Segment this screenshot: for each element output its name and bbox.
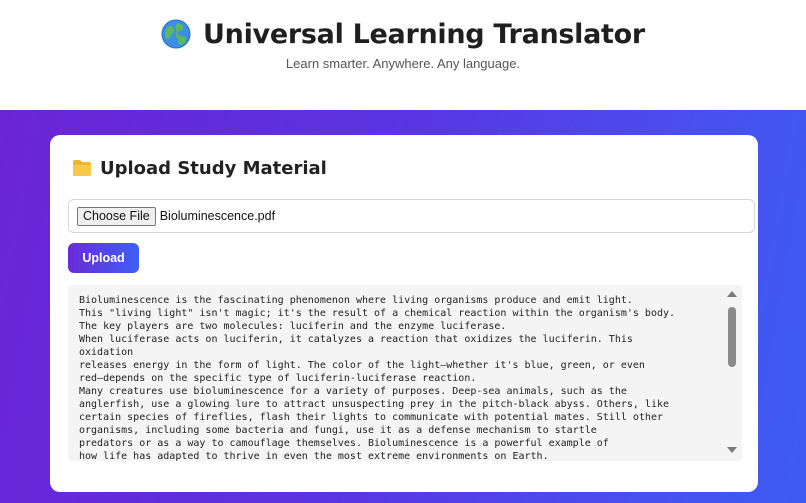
upload-button[interactable]: Upload: [68, 243, 139, 273]
globe-icon: [161, 19, 191, 49]
extracted-text: Bioluminescence is the fascinating pheno…: [79, 295, 676, 461]
scroll-down-arrow-icon[interactable]: [727, 447, 737, 453]
scrollbar-thumb[interactable]: [728, 307, 736, 367]
folder-icon: [72, 159, 92, 177]
app-header: Universal Learning Translator Learn smar…: [0, 0, 806, 110]
upload-card: Upload Study Material Choose File Biolum…: [50, 135, 758, 492]
choose-file-button[interactable]: Choose File: [77, 206, 156, 226]
file-input[interactable]: Choose File Bioluminescence.pdf: [68, 199, 755, 233]
card-title: Upload Study Material: [100, 157, 327, 179]
scroll-up-arrow-icon[interactable]: [727, 291, 737, 297]
app-tagline: Learn smarter. Anywhere. Any language.: [285, 56, 521, 71]
app-title: Universal Learning Translator: [203, 18, 645, 50]
extracted-text-area[interactable]: Bioluminescence is the fascinating pheno…: [68, 285, 742, 461]
title-row: Universal Learning Translator: [0, 14, 806, 54]
card-header: Upload Study Material: [72, 155, 327, 181]
text-scrollbar[interactable]: [724, 285, 740, 461]
selected-file-name: Bioluminescence.pdf: [159, 209, 276, 223]
